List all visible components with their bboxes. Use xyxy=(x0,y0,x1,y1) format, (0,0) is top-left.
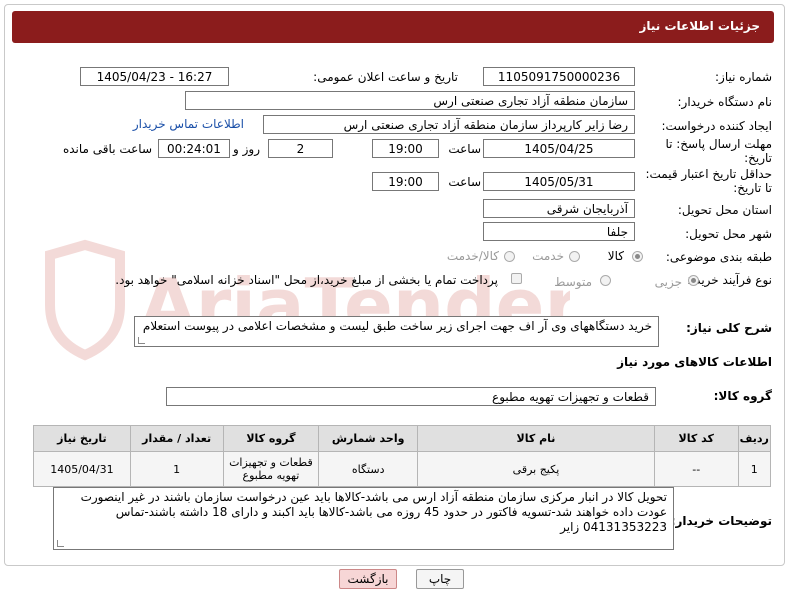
category-option-both: کالا/خدمت xyxy=(446,249,499,263)
days-label: روز و xyxy=(233,142,260,156)
back-button[interactable]: بازگشت xyxy=(339,569,397,589)
cell-unit: دستگاه xyxy=(318,451,419,487)
requester-field: رضا زایر کارپرداز سازمان منطقه آزاد تجار… xyxy=(263,115,635,134)
resize-grip-icon[interactable] xyxy=(138,337,145,344)
col-group: گروه کالا xyxy=(222,425,320,452)
buyer-org-label: نام دستگاه خریدار: xyxy=(677,95,773,109)
category-radio-both[interactable] xyxy=(504,251,515,262)
deadline-label-1: مهلت ارسال پاسخ: تا xyxy=(665,137,772,151)
validity-date-field: 1405/05/31 xyxy=(483,172,635,191)
need-number-label: شماره نیاز: xyxy=(715,70,772,84)
description-field: خرید دستگاههای وی آر اف جهت اجرای زیر سا… xyxy=(134,316,659,347)
category-option-service: خدمت xyxy=(532,249,564,263)
cell-date: 1405/04/31 xyxy=(33,451,131,487)
category-radio-service[interactable] xyxy=(569,251,580,262)
goods-section-title: اطلاعات کالاهای مورد نیاز xyxy=(617,355,772,369)
process-option-minor: جزیی xyxy=(654,275,682,289)
cell-name: پکیج برقی xyxy=(417,451,655,487)
deadline-time-label: ساعت xyxy=(448,142,481,156)
col-row: ردیف xyxy=(737,425,772,452)
goods-group-label: گروه کالا: xyxy=(713,389,772,403)
requester-label: ایجاد کننده درخواست: xyxy=(661,119,772,133)
description-text: خرید دستگاههای وی آر اف جهت اجرای زیر سا… xyxy=(142,319,652,333)
cell-group: قطعات و تجهیزات تهویه مطبوع xyxy=(222,451,320,487)
validity-label-1: حداقل تاریخ اعتبار قیمت: xyxy=(645,167,772,181)
process-radio-medium[interactable] xyxy=(600,275,611,286)
buyer-notes-text: تحویل کالا در انبار مرکزی سازمان منطقه آ… xyxy=(80,490,667,534)
goods-table: ردیف کد کالا نام کالا واحد شمارش گروه کا… xyxy=(33,425,772,487)
buyer-notes-label: توضیحات خریدار: xyxy=(670,514,772,528)
remaining-time-field: 00:24:01 xyxy=(158,139,230,158)
category-radio-goods[interactable] xyxy=(632,251,643,262)
province-label: استان محل تحویل: xyxy=(677,203,772,217)
print-button[interactable]: چاپ xyxy=(416,569,464,589)
city-field: جلفا xyxy=(483,222,635,241)
category-label: طبقه بندی موضوعی: xyxy=(665,250,772,264)
announce-date-label: تاریخ و ساعت اعلان عمومی: xyxy=(313,70,458,84)
deadline-time-field: 19:00 xyxy=(372,139,439,158)
treasury-payment-note: پرداخت تمام یا بخشی از مبلغ خرید،از محل … xyxy=(115,273,498,287)
city-label: شهر محل تحویل: xyxy=(685,227,772,241)
col-unit: واحد شمارش xyxy=(318,425,419,452)
description-label: شرح کلی نیاز: xyxy=(686,321,772,335)
goods-table-header: ردیف کد کالا نام کالا واحد شمارش گروه کا… xyxy=(33,425,772,452)
cell-code: -- xyxy=(653,451,739,487)
table-row: 1 -- پکیج برقی دستگاه قطعات و تجهیزات ته… xyxy=(33,451,772,487)
resize-grip-icon[interactable] xyxy=(57,540,64,547)
process-option-medium: متوسط xyxy=(554,275,592,289)
col-code: کد کالا xyxy=(653,425,739,452)
buyer-contact-link[interactable]: اطلاعات تماس خریدار xyxy=(133,117,244,131)
process-radio-minor[interactable] xyxy=(688,275,699,286)
days-field: 2 xyxy=(268,139,333,158)
col-name: نام کالا xyxy=(417,425,655,452)
cell-quantity: 1 xyxy=(129,451,224,487)
validity-label-2: تا تاریخ: xyxy=(733,181,772,195)
cell-row: 1 xyxy=(737,451,772,487)
remaining-time-label: ساعت باقی مانده xyxy=(62,142,152,156)
province-field: آذربایجان شرقی xyxy=(483,199,635,218)
announce-date-field: 1405/04/23 - 16:27 xyxy=(80,67,229,86)
deadline-label-2: تاریخ: xyxy=(744,151,772,165)
deadline-date-field: 1405/04/25 xyxy=(483,139,635,158)
buyer-notes-field: تحویل کالا در انبار مرکزی سازمان منطقه آ… xyxy=(53,487,674,550)
buyer-org-field: سازمان منطقه آزاد تجاری صنعتی ارس xyxy=(185,91,635,110)
treasury-payment-checkbox[interactable] xyxy=(511,273,522,284)
goods-group-field: قطعات و تجهیزات تهویه مطبوع xyxy=(166,387,656,406)
validity-time-field: 19:00 xyxy=(372,172,439,191)
need-number-field: 1105091750000236 xyxy=(483,67,635,86)
process-label: نوع فرآیند خرید : xyxy=(687,273,772,287)
page-title: جزئیات اطلاعات نیاز xyxy=(639,19,760,33)
col-date: تاریخ نیاز xyxy=(33,425,131,452)
validity-time-label: ساعت xyxy=(448,175,481,189)
header-bar: جزئیات اطلاعات نیاز xyxy=(12,11,774,43)
col-quantity: تعداد / مقدار xyxy=(129,425,224,452)
category-option-goods: کالا xyxy=(607,249,624,263)
